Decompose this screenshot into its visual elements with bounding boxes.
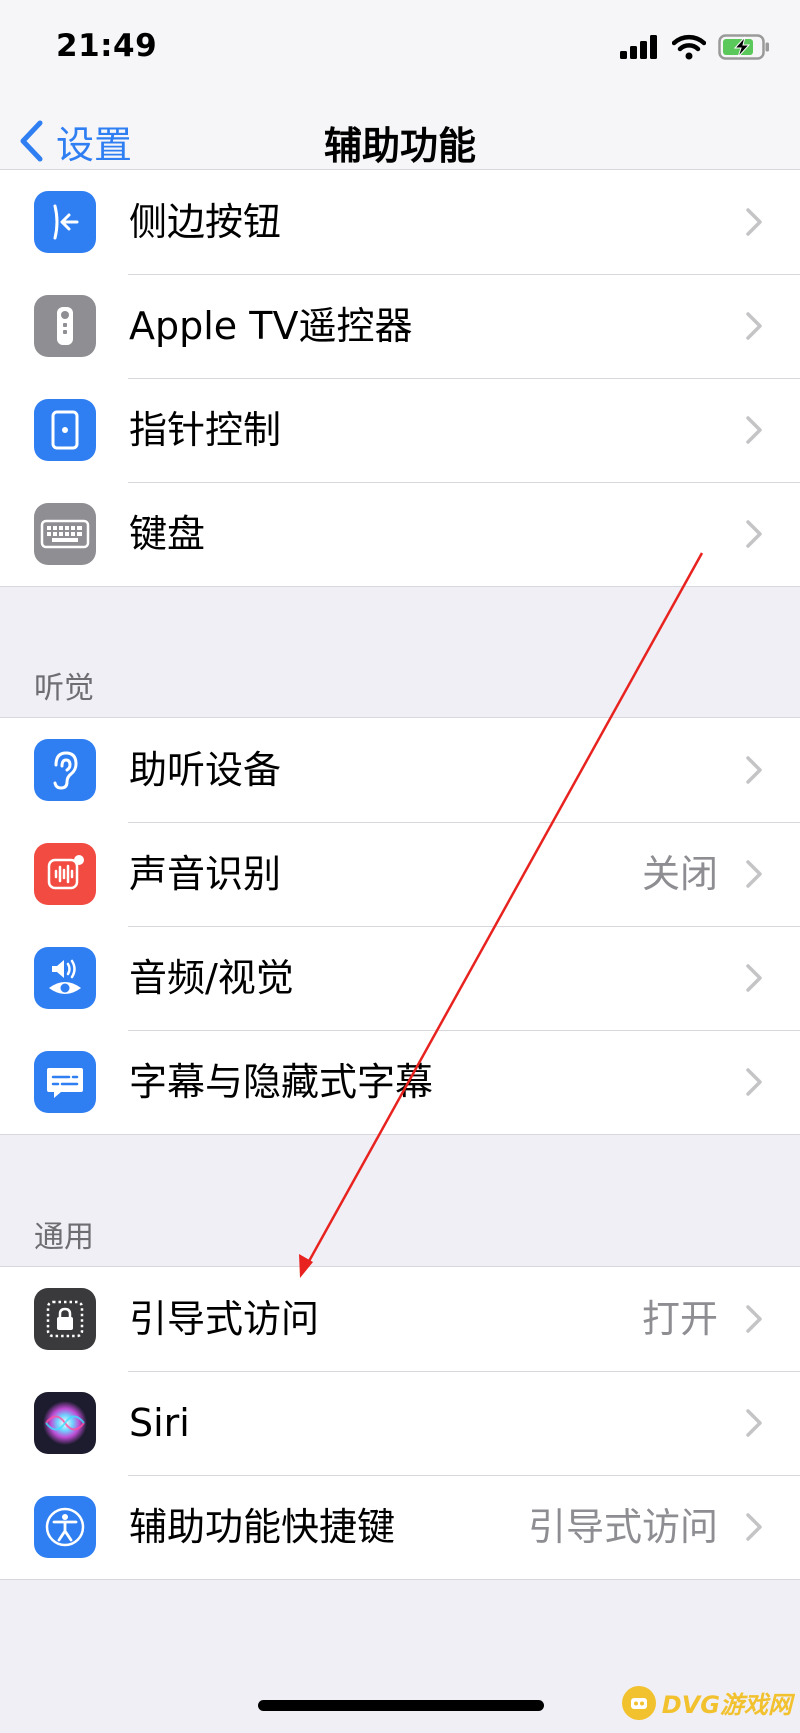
settings-group-interaction: 侧边按钮 Apple TV遥控器 指针控制 键盘 — [0, 169, 800, 587]
wifi-icon — [672, 34, 706, 60]
audio-visual-icon — [34, 947, 96, 1009]
chevron-right-icon — [746, 860, 762, 888]
status-icons — [620, 34, 770, 60]
section-header-general: 通用 — [34, 1220, 94, 1255]
list-item-label: Siri — [129, 1401, 190, 1445]
home-indicator[interactable] — [258, 1700, 544, 1711]
chevron-right-icon — [746, 1409, 762, 1437]
list-item-keyboard[interactable]: 键盘 — [0, 482, 800, 586]
watermark-logo-icon — [621, 1685, 656, 1720]
page-title: 辅助功能 — [323, 124, 476, 168]
list-item-side-button[interactable]: 侧边按钮 — [0, 170, 800, 274]
hearing-device-icon — [34, 739, 96, 801]
list-item-siri[interactable]: Siri — [0, 1371, 800, 1475]
list-item-label: 字幕与隐藏式字幕 — [129, 1060, 434, 1104]
guided-access-icon — [34, 1288, 96, 1350]
sound-recognition-icon — [34, 843, 96, 905]
pointer-control-icon — [34, 399, 96, 461]
list-item-value: 引导式访问 — [527, 1505, 718, 1549]
chevron-right-icon — [746, 312, 762, 340]
list-item-label: 指针控制 — [129, 408, 282, 452]
watermark-text: DVG游戏网 — [661, 1691, 792, 1719]
keyboard-icon — [34, 503, 96, 565]
list-item-apple-tv-remote[interactable]: Apple TV遥控器 — [0, 274, 800, 378]
list-item-label: 助听设备 — [129, 748, 282, 792]
list-item-value: 关闭 — [641, 852, 718, 896]
chevron-right-icon — [746, 1513, 762, 1541]
list-item-label: 辅助功能快捷键 — [129, 1505, 396, 1549]
chevron-right-icon — [746, 416, 762, 444]
list-item-accessibility-shortcut[interactable]: 辅助功能快捷键 引导式访问 — [0, 1475, 800, 1579]
cellular-signal-icon — [620, 35, 657, 59]
settings-group-general: 引导式访问 打开 Siri 辅助功能快捷键 引导式访问 — [0, 1266, 800, 1580]
chevron-right-icon — [746, 208, 762, 236]
list-item-label: 音频/视觉 — [129, 956, 294, 1000]
chevron-right-icon — [746, 756, 762, 784]
side-button-icon — [34, 191, 96, 253]
list-item-label: 声音识别 — [129, 852, 282, 896]
chevron-right-icon — [746, 1305, 762, 1333]
battery-charging-icon — [718, 34, 769, 60]
status-time: 21:49 — [56, 28, 158, 64]
chevron-right-icon — [746, 1068, 762, 1096]
list-item-subtitles[interactable]: 字幕与隐藏式字幕 — [0, 1030, 800, 1134]
list-item-sound-recognition[interactable]: 声音识别 关闭 — [0, 822, 800, 926]
list-item-audio-visual[interactable]: 音频/视觉 — [0, 926, 800, 1030]
list-item-label: 键盘 — [129, 512, 206, 556]
list-item-label: 侧边按钮 — [129, 200, 282, 244]
chevron-right-icon — [746, 964, 762, 992]
subtitles-icon — [34, 1051, 96, 1113]
chevron-right-icon — [746, 520, 762, 548]
siri-icon — [34, 1392, 96, 1454]
accessibility-shortcut-icon — [34, 1496, 96, 1558]
section-header-hearing: 听觉 — [34, 671, 94, 706]
watermark: DVG游戏网 — [621, 1685, 792, 1720]
list-item-value: 打开 — [641, 1297, 718, 1341]
list-item-hearing-devices[interactable]: 助听设备 — [0, 718, 800, 822]
settings-group-hearing: 助听设备 声音识别 关闭 音频/视觉 字幕与隐藏式字幕 — [0, 717, 800, 1135]
apple-tv-remote-icon — [34, 295, 96, 357]
list-item-label: 引导式访问 — [129, 1297, 320, 1341]
list-item-pointer-control[interactable]: 指针控制 — [0, 378, 800, 482]
list-item-guided-access[interactable]: 引导式访问 打开 — [0, 1267, 800, 1371]
list-item-label: Apple TV遥控器 — [129, 304, 413, 348]
status-bar: 21:49 — [0, 0, 800, 95]
